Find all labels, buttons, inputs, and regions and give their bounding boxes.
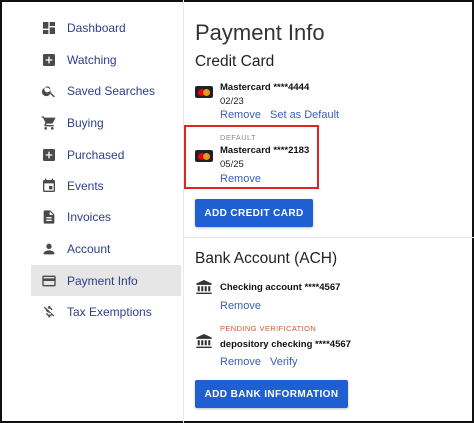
search-icon xyxy=(41,83,57,99)
remove-bank-link[interactable]: Remove xyxy=(220,356,261,368)
bank-account-item-pending: PENDING VERIFICATION depository checking… xyxy=(195,324,395,370)
pending-verification-tag: PENDING VERIFICATION xyxy=(220,324,317,333)
sidebar-item-label: Purchased xyxy=(67,147,125,162)
bank-icon xyxy=(195,280,213,294)
credit-card-heading: Credit Card xyxy=(195,53,275,70)
bank-account-heading: Bank Account (ACH) xyxy=(195,250,338,267)
sidebar-item-label: Account xyxy=(67,241,111,256)
verify-bank-link[interactable]: Verify xyxy=(270,356,298,368)
dashboard-icon xyxy=(41,20,57,36)
sidebar-item-buying[interactable]: Buying xyxy=(31,107,181,138)
set-as-default-link[interactable]: Set as Default xyxy=(270,109,339,121)
sidebar-item-label: Invoices xyxy=(67,209,112,224)
sidebar-item-label: Tax Exemptions xyxy=(67,304,152,319)
section-divider xyxy=(184,237,474,238)
credit-card-item: Mastercard ****4444 02/23 Remove Set as … xyxy=(195,80,395,124)
add-bank-information-button[interactable]: ADD BANK INFORMATION xyxy=(195,380,348,408)
sidebar-item-label: Payment Info xyxy=(67,273,138,288)
mastercard-icon xyxy=(195,150,213,162)
default-tag: DEFAULT xyxy=(220,133,257,142)
mastercard-icon xyxy=(195,86,213,98)
add-credit-card-button[interactable]: ADD CREDIT CARD xyxy=(195,199,313,227)
sidebar-item-purchased[interactable]: Purchased xyxy=(31,139,181,170)
sidebar-item-label: Watching xyxy=(67,52,117,67)
bank-account-name: Checking account ****4567 xyxy=(220,282,341,293)
bank-icon xyxy=(195,334,213,348)
card-expiry: 05/25 xyxy=(220,159,244,170)
cart-icon xyxy=(41,115,57,131)
card-name: Mastercard ****2183 xyxy=(220,145,310,156)
remove-bank-link[interactable]: Remove xyxy=(220,300,261,312)
add-box-icon xyxy=(41,147,57,163)
bank-account-name: depository checking ****4567 xyxy=(220,339,351,350)
remove-card-link[interactable]: Remove xyxy=(220,109,261,121)
sidebar-item-watching[interactable]: Watching xyxy=(31,44,181,75)
sidebar-item-dashboard[interactable]: Dashboard xyxy=(31,12,181,43)
add-box-icon xyxy=(41,52,57,68)
credit-card-item-default: DEFAULT Mastercard ****2183 05/25 Remove xyxy=(195,133,315,187)
document-icon xyxy=(41,209,57,225)
sidebar-item-payment-info[interactable]: Payment Info xyxy=(31,265,181,296)
sidebar-item-saved-searches[interactable]: Saved Searches xyxy=(31,75,181,106)
credit-card-icon xyxy=(41,273,57,289)
sidebar-item-account[interactable]: Account xyxy=(31,233,181,264)
card-expiry: 02/23 xyxy=(220,96,244,107)
bank-account-item: Checking account ****4567 Remove xyxy=(195,280,395,314)
sidebar-item-invoices[interactable]: Invoices xyxy=(31,201,181,232)
card-name: Mastercard ****4444 xyxy=(220,82,310,93)
sidebar-item-tax-exemptions[interactable]: Tax Exemptions xyxy=(31,296,181,327)
calendar-icon xyxy=(41,178,57,194)
no-dollar-icon xyxy=(41,304,57,320)
person-icon xyxy=(41,241,57,257)
sidebar-divider xyxy=(183,0,184,423)
sidebar-item-label: Events xyxy=(67,178,104,193)
page-title: Payment Info xyxy=(195,20,325,45)
sidebar-item-label: Dashboard xyxy=(67,20,126,35)
sidebar-item-events[interactable]: Events xyxy=(31,170,181,201)
sidebar-item-label: Saved Searches xyxy=(67,83,156,98)
remove-card-link[interactable]: Remove xyxy=(220,173,261,185)
sidebar-item-label: Buying xyxy=(67,115,104,130)
